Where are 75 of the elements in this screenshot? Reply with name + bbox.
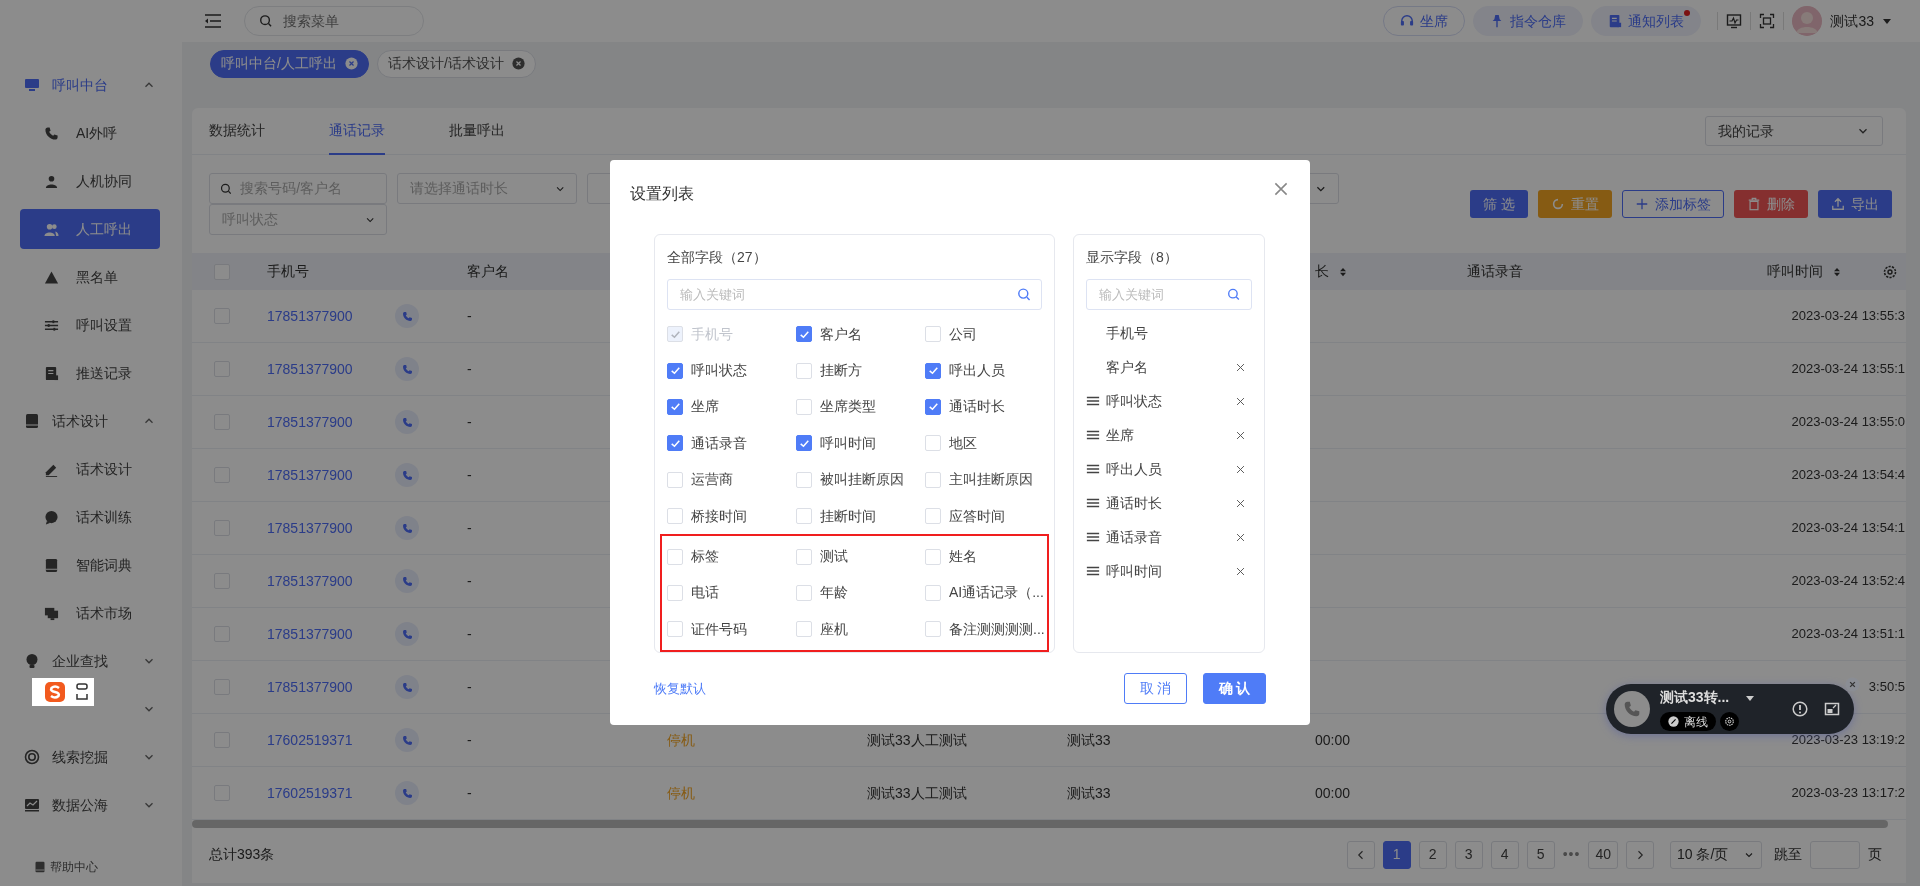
table-cell: 测试33 (1067, 784, 1111, 801)
table-cell: 3:50:5 (1868, 679, 1905, 695)
caller-name: 测试33转... (1660, 688, 1730, 707)
table-cell: 00:00 (1315, 784, 1351, 801)
field-label: 挂断方 (820, 361, 862, 381)
table-cell: - (467, 625, 472, 642)
field-label: 呼叫时间 (1106, 561, 1162, 581)
field-label: 通话时长 (949, 397, 1005, 417)
field-label: 座机 (820, 619, 848, 639)
table-cell: - (467, 731, 472, 748)
field-label: 通话录音 (691, 433, 747, 453)
panel-title: 显示字段（8） (1086, 247, 1179, 267)
table-cell: 2023-03-24 13:54:4 (1791, 467, 1905, 483)
field-label: 呼出人员 (949, 361, 1005, 381)
field-label: 坐席类型 (820, 397, 876, 417)
field-label: AI通话记录（... (949, 583, 1044, 603)
column-header: 通话录音 (1467, 262, 1523, 281)
table-cell: 测试33人工测试 (867, 784, 967, 801)
table-cell: 测试33 (1067, 731, 1111, 748)
field-label: 公司 (949, 324, 977, 344)
field-label: 坐席 (691, 397, 719, 417)
field-label: 呼叫状态 (1106, 391, 1162, 411)
page-suffix: 页 (1868, 845, 1882, 864)
table-cell: - (467, 678, 472, 695)
table-cell: 2023-03-24 13:55:1 (1791, 361, 1905, 377)
field-label: 桥接时间 (691, 506, 747, 526)
column-header: 长 (1315, 262, 1329, 281)
field-label: 通话时长 (1106, 493, 1162, 513)
column-header: 呼叫时间 (1767, 262, 1823, 281)
field-label: 电话 (691, 583, 719, 603)
field-label: 年龄 (820, 583, 848, 603)
table-cell: - (467, 784, 472, 801)
field-label: 手机号 (1106, 323, 1148, 343)
field-label: 呼叫时间 (820, 433, 876, 453)
field-label: 被叫挂断原因 (820, 470, 904, 490)
field-label: 主叫挂断原因 (949, 470, 1033, 490)
column-header: 手机号 (267, 262, 309, 281)
field-label: 运营商 (691, 470, 733, 490)
table-cell: - (467, 466, 472, 483)
table-cell: - (467, 307, 472, 324)
field-label: 通话录音 (1106, 527, 1162, 547)
status-text: 停机 (667, 731, 695, 748)
jump-label: 跳至 (1774, 845, 1802, 864)
table-cell: - (467, 519, 472, 536)
field-label: 姓名 (949, 547, 977, 567)
field-label: 挂断时间 (820, 506, 876, 526)
table-cell: 2023-03-24 13:55:3 (1791, 308, 1905, 324)
field-label: 地区 (949, 433, 977, 453)
field-label: 证件号码 (691, 619, 747, 639)
table-cell: 2023-03-24 13:55:0 (1791, 414, 1905, 430)
field-label: 测试 (820, 547, 848, 567)
table-cell: - (467, 572, 472, 589)
dialog-title: 设置列表 (630, 184, 695, 204)
table-cell: 测试33人工测试 (867, 731, 967, 748)
field-label: 备注测测测测... (949, 619, 1045, 639)
table-cell: 2023-03-23 13:19:2 (1791, 732, 1905, 748)
table-cell: 2023-03-24 13:52:4 (1791, 573, 1905, 589)
column-header: 客户名 (467, 262, 509, 281)
field-label: 呼叫状态 (691, 361, 747, 381)
field-label: 手机号 (691, 324, 733, 344)
field-label: 标签 (691, 547, 719, 567)
table-cell: 2023-03-24 13:54:1 (1791, 520, 1905, 536)
field-label: 客户名 (820, 324, 862, 344)
status-text: 停机 (667, 784, 695, 801)
panel-title: 全部字段（27） (667, 247, 768, 267)
field-label: 客户名 (1106, 357, 1148, 377)
table-cell: - (467, 360, 472, 377)
total-count: 总计393条 (209, 845, 275, 864)
field-label: 坐席 (1106, 425, 1134, 445)
field-label: 呼出人员 (1106, 459, 1162, 479)
table-cell: - (467, 413, 472, 430)
field-label: 应答时间 (949, 506, 1005, 526)
table-cell: 2023-03-23 13:17:2 (1791, 785, 1905, 801)
table-cell: 2023-03-24 13:51:1 (1791, 626, 1905, 642)
table-cell: 00:00 (1315, 731, 1351, 748)
